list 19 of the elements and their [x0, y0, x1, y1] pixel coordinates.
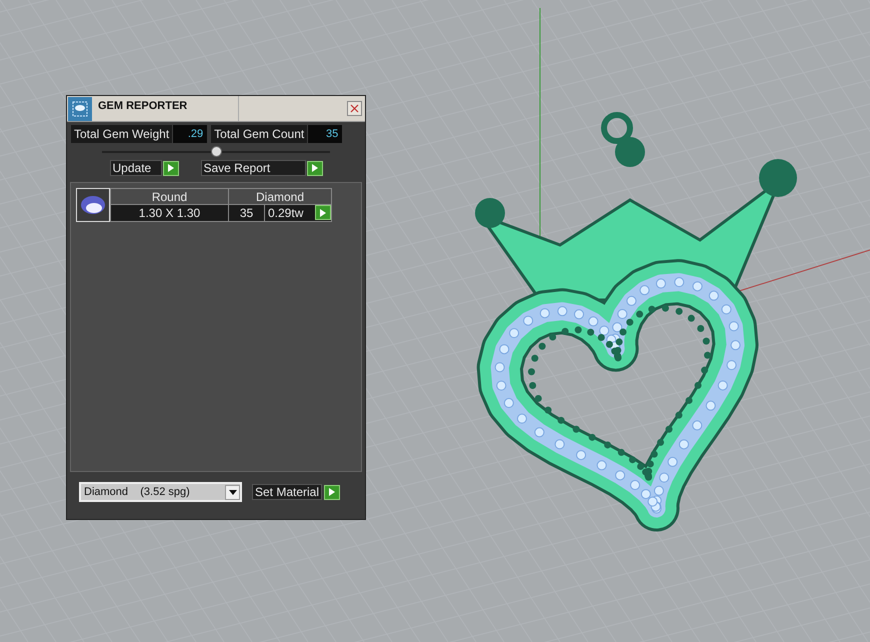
splitter-handle[interactable]: [102, 146, 330, 156]
dropdown-caret-icon[interactable]: [225, 484, 240, 500]
count-cell: 35: [229, 205, 265, 221]
gem-app-icon: [68, 96, 92, 120]
set-material-button[interactable]: Set Material: [252, 484, 322, 500]
close-icon: [350, 104, 359, 113]
weight-cell-text: 0.29tw: [267, 205, 304, 221]
size-cell: 1.30 X 1.30: [111, 205, 229, 221]
total-label: Total Gem Count: [211, 125, 308, 143]
total-value: 35: [308, 125, 342, 143]
report-button[interactable]: Update: [110, 160, 162, 176]
gem-stone-icon: [76, 188, 110, 222]
close-button[interactable]: [347, 101, 362, 116]
window-title: GEM REPORTER: [98, 99, 188, 114]
dropdown-value: Diamond (3.52 spg): [83, 484, 191, 500]
total-label: Total Gem Weight: [71, 125, 172, 143]
report-button[interactable]: Save Report: [200, 160, 306, 176]
material-dropdown[interactable]: Diamond (3.52 spg): [79, 482, 242, 502]
total-value: .29: [173, 125, 208, 143]
